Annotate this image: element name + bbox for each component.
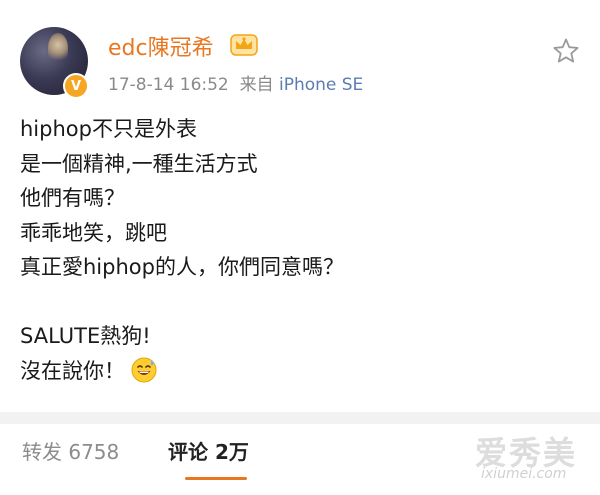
username[interactable]: edc陳冠希: [108, 30, 214, 62]
post-content: hiphop不只是外表 是一個精神,一種生活方式 他們有嗎？ 乖乖地笑，跳吧 真…: [20, 112, 580, 388]
post-line: SALUTE熱狗!: [20, 324, 151, 348]
watermark-url: ixiumei.com: [481, 466, 567, 482]
post-line: hiphop不只是外表: [20, 117, 197, 141]
sweat-smile-emoji-icon: [131, 357, 157, 382]
watermark: 爱秀美 ixiumei.com: [475, 428, 590, 490]
crown-badge-icon[interactable]: [230, 33, 258, 57]
tab-comment[interactable]: 评论 2万: [168, 436, 249, 465]
post-source-prefix: 来自: [239, 75, 274, 95]
post-line: 是一個精神,一種生活方式: [20, 151, 258, 176]
post-line: 乖乖地笑，跳吧: [20, 220, 167, 245]
active-tab-indicator: [185, 477, 247, 480]
post-line: 真正愛hiphop的人，你們同意嗎？: [20, 255, 344, 279]
post-meta: 17-8-14 16:52 来自 iPhone SE: [108, 70, 363, 95]
weibo-post-card: V edc陳冠希 17-8-14 16:52 来自 iPhone SE hiph…: [0, 0, 600, 412]
post-source-link[interactable]: iPhone SE: [279, 75, 363, 95]
post-line: 沒在說你！: [20, 358, 125, 383]
post-timestamp: 17-8-14 16:52: [108, 75, 229, 95]
post-last-line: 沒在說你！: [20, 354, 580, 389]
section-divider: [0, 412, 600, 424]
verified-badge-icon: V: [63, 73, 89, 99]
avatar-image: [48, 33, 68, 63]
star-icon[interactable]: [552, 37, 580, 65]
post-line: 他們有嗎？: [20, 186, 125, 210]
tab-repost[interactable]: 转发 6758: [22, 436, 119, 465]
